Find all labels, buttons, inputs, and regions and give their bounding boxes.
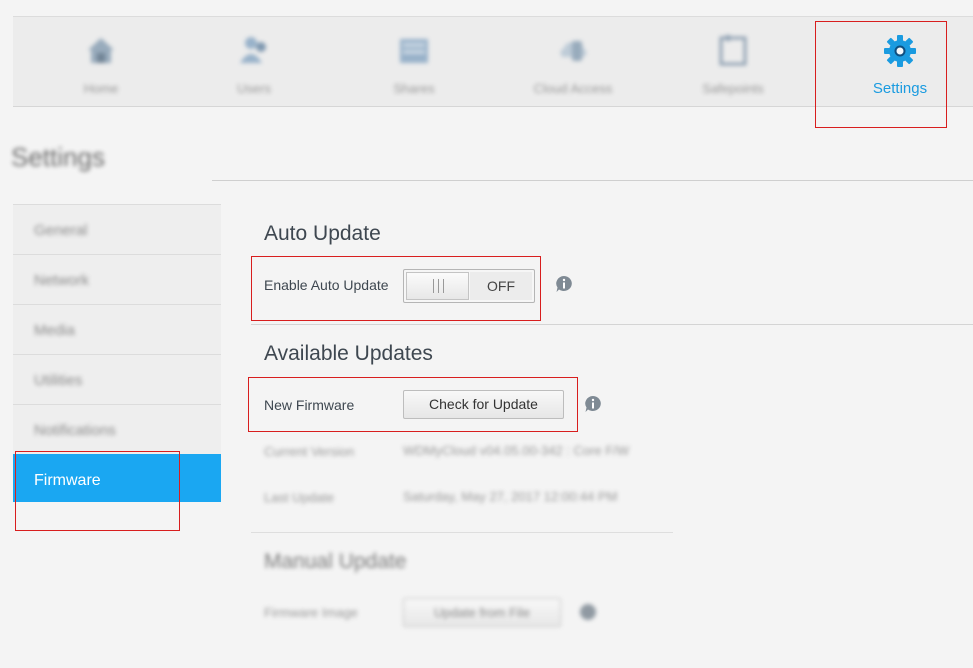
sidebar-item-label: Utilities: [34, 372, 83, 389]
current-version-value: WDMyCloud v04.05.00-342 : Core F/W: [403, 443, 630, 458]
nav-label-safepoints: Safepoints: [702, 81, 764, 96]
shares-icon: [400, 39, 428, 63]
highlight-new-firmware: [248, 377, 578, 432]
sidebar-item-label: General: [34, 222, 88, 239]
info-icon[interactable]: [555, 275, 573, 293]
info-icon[interactable]: [579, 603, 597, 621]
last-update-label: Last Update: [264, 490, 335, 505]
current-version-label: Current Version: [264, 444, 355, 459]
home-icon: [88, 38, 114, 63]
last-update-value: Saturday, May 27, 2017 12:00:44 PM: [403, 489, 618, 504]
nav-item-cloud-access[interactable]: Cloud Access: [503, 17, 643, 108]
sidebar-item-general[interactable]: General: [13, 204, 221, 254]
available-updates-title: Available Updates: [264, 342, 433, 365]
users-icon: [240, 37, 266, 63]
safepoints-icon: [719, 35, 747, 66]
sidebar-item-notifications[interactable]: Notifications: [13, 404, 221, 454]
title-divider: [212, 180, 973, 181]
info-icon[interactable]: [584, 395, 602, 413]
sidebar-item-label: Notifications: [34, 422, 116, 439]
update-from-file-button[interactable]: Update from File: [403, 598, 561, 627]
nav-label-shares: Shares: [393, 81, 435, 96]
auto-update-title: Auto Update: [264, 222, 381, 245]
firmware-image-label: Firmware Image: [264, 605, 358, 620]
page-title: Settings: [11, 142, 105, 172]
section-divider: [251, 532, 673, 533]
nav-label-cloud-access: Cloud Access: [533, 81, 613, 96]
sidebar-item-utilities[interactable]: Utilities: [13, 354, 221, 404]
nav-item-users[interactable]: Users: [184, 17, 324, 108]
nav-item-home[interactable]: Home: [31, 17, 171, 108]
sidebar-item-network[interactable]: Network: [13, 254, 221, 304]
sidebar-item-media[interactable]: Media: [13, 304, 221, 354]
nav-item-shares[interactable]: Shares: [344, 17, 484, 108]
section-divider: [251, 324, 973, 325]
manual-update-title: Manual Update: [264, 550, 407, 573]
nav-item-safepoints[interactable]: Safepoints: [663, 17, 803, 108]
highlight-firmware-sidebar: [15, 451, 180, 531]
sidebar-item-label: Network: [34, 272, 90, 289]
nav-label-users: Users: [237, 81, 271, 96]
cloud-access-icon: [560, 41, 587, 61]
sidebar-item-label: Media: [34, 322, 75, 339]
highlight-settings-nav: [815, 21, 947, 128]
nav-label-home: Home: [83, 81, 119, 96]
highlight-auto-update: [251, 256, 541, 321]
